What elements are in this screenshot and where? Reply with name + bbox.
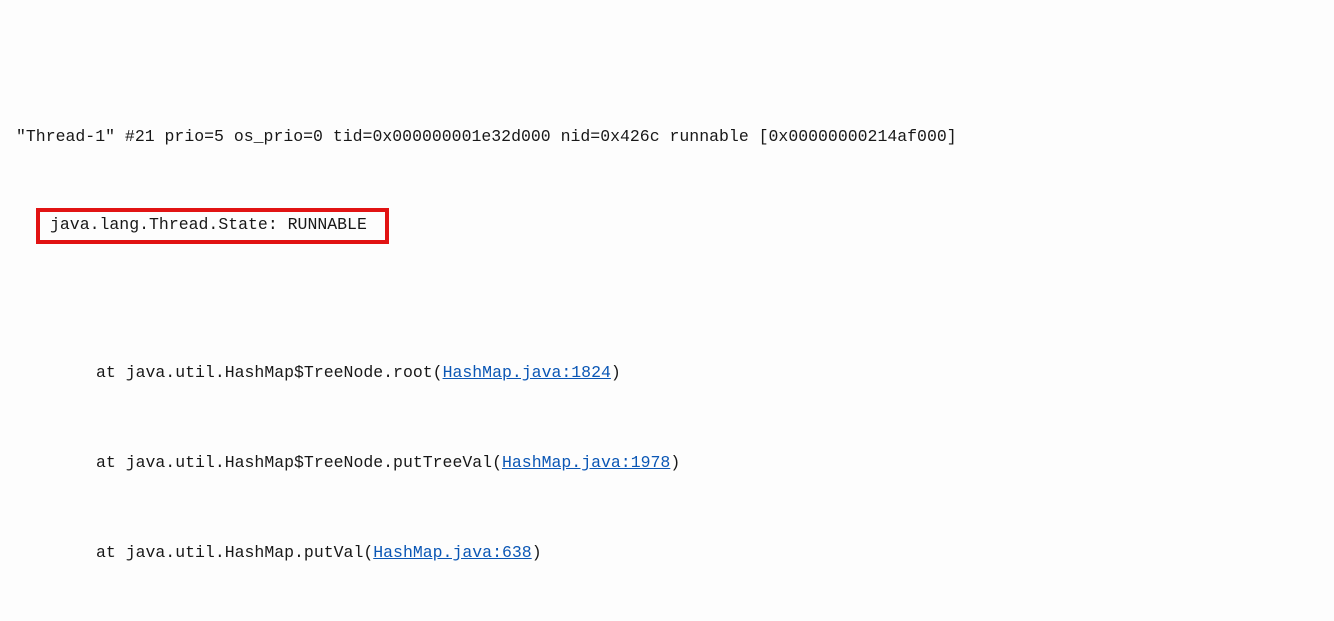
thread-header: "Thread-1" #21 prio=5 os_prio=0 tid=0x00… [0,122,1334,152]
source-link[interactable]: HashMap.java:638 [373,543,531,562]
source-link[interactable]: HashMap.java:1978 [502,453,670,472]
source-link[interactable]: HashMap.java:1824 [443,363,611,382]
stack-frame: at java.util.HashMap$TreeNode.putTreeVal… [0,448,1334,478]
thread-state-highlighted: java.lang.Thread.State: RUNNABLE [36,208,389,244]
stack-frame: at java.util.HashMap.putVal(HashMap.java… [0,538,1334,568]
thread-dump: "Thread-1" #21 prio=5 os_prio=0 tid=0x00… [0,0,1334,621]
stack-trace: at java.util.HashMap$TreeNode.root(HashM… [0,298,1334,621]
stack-frame: at java.util.HashMap$TreeNode.root(HashM… [0,358,1334,388]
